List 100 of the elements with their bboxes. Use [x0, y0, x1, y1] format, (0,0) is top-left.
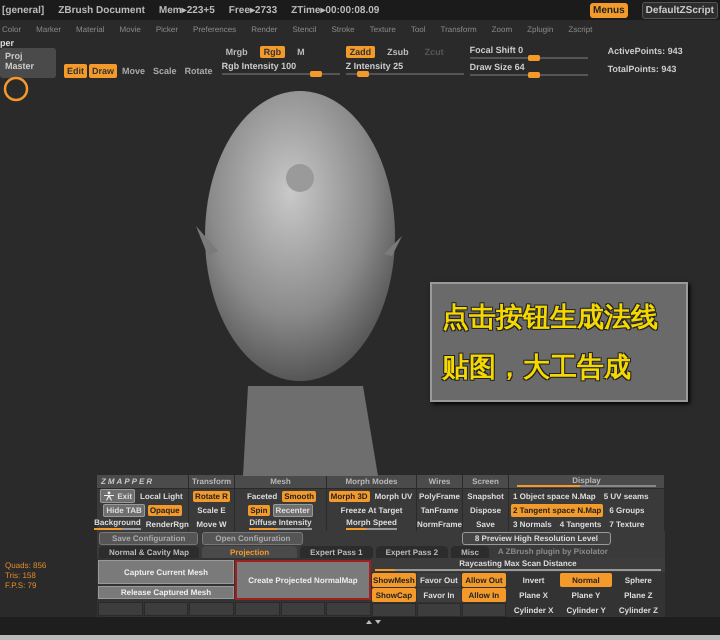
script-button[interactable]: DefaultZScript: [642, 2, 718, 18]
slider[interactable]: Diffuse Intensity: [249, 518, 312, 530]
caption-text: 贴图，大工告成: [442, 351, 632, 385]
tab[interactable]: Normal & Cavity Map: [99, 546, 200, 558]
menu-item[interactable]: Picker: [156, 24, 178, 34]
menu-item[interactable]: Zplugin: [527, 24, 554, 34]
mode-button[interactable]: Draw: [89, 64, 118, 78]
tab[interactable]: Projection: [202, 546, 298, 558]
menu-item[interactable]: Material: [76, 24, 104, 34]
option-button[interactable]: TanFrame: [418, 504, 460, 516]
option-button[interactable]: Opaque: [148, 504, 182, 516]
option-button[interactable]: RenderRgn: [144, 518, 191, 530]
mode-button[interactable]: Zsub: [383, 46, 413, 58]
shape-button[interactable]: Cylinder X: [508, 603, 560, 617]
mode-button[interactable]: Rotate: [182, 64, 216, 78]
menu-item[interactable]: Zscript: [568, 24, 592, 34]
option-button[interactable]: 4 Tangents: [558, 518, 604, 531]
option-button[interactable]: 6 Groups: [607, 504, 646, 517]
palette-button[interactable]: Proj Master: [0, 48, 56, 78]
shape-button[interactable]: Plane Y: [560, 588, 612, 602]
mode-button[interactable]: M: [293, 46, 309, 58]
option-button[interactable]: 1 Object space N.Map: [511, 490, 598, 503]
option-button[interactable]: Morph 3D: [328, 490, 370, 502]
shape-button[interactable]: Cylinder Z: [612, 603, 664, 617]
option-button[interactable]: Faceted: [244, 490, 280, 502]
option-button[interactable]: 5 UV seams: [602, 490, 651, 503]
option-button[interactable]: Scale E: [195, 504, 228, 516]
option-button[interactable]: ShowCap: [372, 588, 416, 602]
option-button[interactable]: NormFrame: [415, 518, 464, 530]
shape-button[interactable]: Cylinder Y: [560, 603, 612, 617]
mode-button[interactable]: Move: [119, 64, 148, 78]
option-button[interactable]: Freeze At Target: [338, 504, 404, 516]
option-button[interactable]: Hide TAB: [103, 504, 145, 516]
point-count: TotalPoints: 943: [608, 64, 678, 74]
option-button[interactable]: Save: [474, 518, 497, 530]
title-text: ZTime▸00:00:08.09: [291, 4, 380, 16]
option-button[interactable]: Rotate R: [193, 490, 230, 502]
shape-button[interactable]: Normal: [560, 573, 612, 587]
shape-button[interactable]: Plane X: [508, 588, 560, 602]
option-button[interactable]: Favor In: [416, 588, 461, 602]
title-text: [general]: [2, 4, 44, 16]
create-normalmap-button[interactable]: Create Projected NormalMap: [235, 560, 371, 600]
mode-button[interactable]: Mrgb: [222, 46, 252, 58]
option-button[interactable]: 7 Texture: [607, 518, 646, 531]
tab[interactable]: Misc: [451, 546, 489, 558]
menu-item[interactable]: Render: [251, 24, 278, 34]
slider[interactable]: Draw Size 64: [470, 62, 588, 76]
option-button[interactable]: Favor Out: [416, 573, 461, 587]
menus-button[interactable]: Menus: [590, 2, 628, 18]
shape-button[interactable]: Sphere: [612, 573, 664, 587]
option-button[interactable]: Smooth: [282, 490, 316, 502]
title-text: ZBrush Document: [58, 4, 145, 16]
shape-button[interactable]: Plane Z: [612, 588, 664, 602]
option-button[interactable]: Local Light: [138, 490, 185, 502]
menu-item[interactable]: Color: [2, 24, 22, 34]
section-header: Wires: [417, 475, 462, 489]
option-button[interactable]: Snapshot: [465, 490, 506, 502]
option-button[interactable]: ShowMesh: [372, 573, 416, 587]
section-header: ZMAPPER: [97, 475, 188, 489]
option-button[interactable]: Morph UV: [372, 490, 414, 502]
release-button[interactable]: Release Captured Mesh: [98, 586, 234, 599]
option-button[interactable]: Dispose: [468, 504, 504, 516]
slider[interactable]: Focal Shift 0: [470, 44, 588, 58]
mode-button[interactable]: Rgb: [260, 46, 286, 58]
slider[interactable]: Rgb Intensity 100: [222, 60, 340, 74]
menu-item[interactable]: Tool: [410, 24, 426, 34]
preview-button[interactable]: 8 Preview High Resolution Level: [462, 532, 611, 545]
menu-item[interactable]: Preferences: [193, 24, 236, 34]
slider[interactable]: Raycasting Max Scan Distance: [370, 558, 665, 572]
slider[interactable]: Morph Speed: [346, 518, 397, 530]
menu-item[interactable]: Movie: [119, 24, 141, 34]
capture-button[interactable]: Capture Current Mesh: [98, 560, 234, 584]
tab[interactable]: Expert Pass 2: [376, 546, 448, 558]
menu-item[interactable]: Stencil: [292, 24, 316, 34]
mode-button[interactable]: Zadd: [346, 46, 376, 58]
slider[interactable]: Background: [94, 518, 141, 530]
mode-button[interactable]: Scale: [150, 64, 180, 78]
menu-item[interactable]: Zoom: [492, 24, 512, 34]
slider[interactable]: Z Intensity 25: [346, 60, 464, 74]
mesh-stat: Tris: 158: [5, 571, 37, 581]
title-text: Free▸2733: [228, 4, 278, 16]
option-button[interactable]: Allow In: [462, 588, 506, 602]
option-button[interactable]: 2 Tangent space N.Map: [511, 504, 604, 517]
option-button[interactable]: 3 Normals: [511, 518, 554, 531]
mode-button[interactable]: Edit: [64, 64, 87, 78]
section-header: Display: [509, 475, 664, 489]
option-button[interactable]: Recenter: [272, 504, 313, 516]
tab[interactable]: Expert Pass 1: [300, 546, 373, 558]
menu-item[interactable]: Transform: [440, 24, 477, 34]
option-button[interactable]: PolyFrame: [417, 490, 462, 502]
figure-icon: [103, 491, 116, 501]
option-button[interactable]: Exit: [100, 489, 135, 503]
point-count: ActivePoints: 943: [608, 46, 683, 56]
option-button[interactable]: Move W: [194, 518, 229, 530]
shape-button[interactable]: Invert: [508, 573, 560, 587]
option-button[interactable]: Spin: [248, 504, 270, 516]
menu-item[interactable]: Texture: [370, 24, 396, 34]
option-button[interactable]: Allow Out: [462, 573, 506, 587]
menu-item[interactable]: Stroke: [331, 24, 355, 34]
menu-item[interactable]: Marker: [36, 24, 62, 34]
